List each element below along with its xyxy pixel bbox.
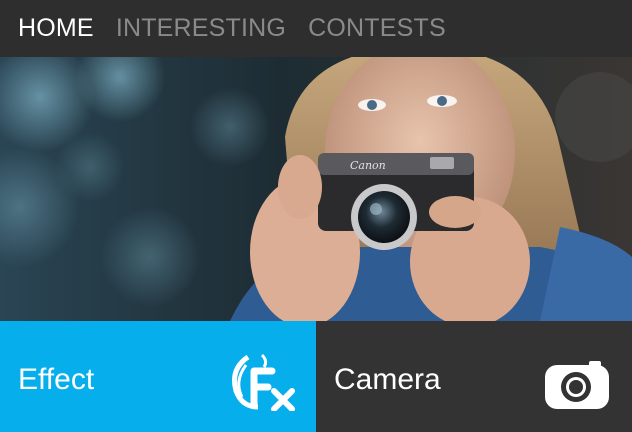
camera-tile[interactable]: Camera	[316, 321, 632, 432]
fx-icon	[228, 351, 298, 416]
camera-label: Camera	[334, 363, 441, 396]
tab-interesting[interactable]: INTERESTING	[116, 16, 286, 41]
camera-icon	[543, 359, 611, 416]
tab-home[interactable]: HOME	[18, 16, 94, 41]
featured-photo[interactable]: Canon	[0, 57, 632, 321]
camera-brand-text: Canon	[350, 159, 386, 172]
tab-contests[interactable]: CONTESTS	[308, 16, 446, 41]
effect-label: Effect	[18, 363, 95, 396]
featured-photo-image: Canon	[0, 57, 632, 321]
effect-tile[interactable]: Effect	[0, 321, 316, 432]
top-navigation: HOME INTERESTING CONTESTS	[0, 0, 632, 57]
